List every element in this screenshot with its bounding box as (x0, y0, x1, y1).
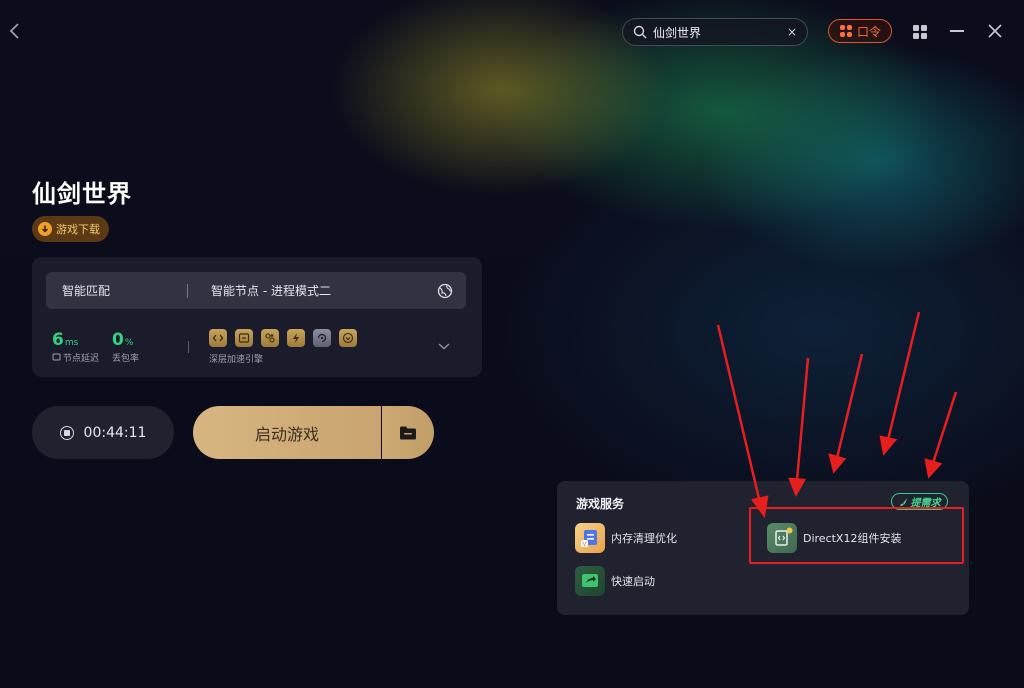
code-button[interactable]: 口令 (828, 19, 892, 43)
window-engine-icon[interactable] (235, 329, 253, 347)
lightning-engine-icon[interactable] (287, 329, 305, 347)
quick-start-icon (575, 566, 605, 596)
loss-value: 0 (112, 330, 124, 350)
latency-label: 节点延迟 (63, 354, 100, 364)
game-title: 仙剑世界 (32, 180, 132, 208)
search-icon (633, 25, 647, 39)
node-mode-label[interactable]: 智能节点 - 进程模式二 (211, 282, 437, 299)
code-engine-icon[interactable] (209, 329, 227, 347)
back-arrow-icon[interactable] (6, 20, 24, 42)
service-label: 快速启动 (611, 575, 655, 588)
download-engine-icon[interactable] (339, 329, 357, 347)
sync-engine-icon[interactable] (313, 329, 331, 347)
memory-clean-icon: V (575, 523, 605, 553)
highlight-box (749, 507, 964, 564)
stop-icon[interactable] (59, 425, 74, 440)
globe-icon[interactable] (437, 283, 453, 299)
engine-label: 深层加速引擎 (209, 355, 264, 365)
chevron-down-icon[interactable] (437, 341, 451, 351)
acceleration-panel: 智能匹配 智能节点 - 进程模式二 6ms 节点延迟 0% 丢包率 深层加速引擎 (32, 257, 482, 377)
network-engine-icon[interactable] (261, 329, 279, 347)
packet-loss-stat: 0% 丢包率 (112, 330, 139, 364)
smart-match-label[interactable]: 智能匹配 (62, 282, 187, 299)
engine-icons (209, 329, 357, 347)
latency-stat: 6ms 节点延迟 (52, 330, 99, 364)
game-download-badge[interactable]: 游戏下载 (32, 216, 109, 242)
divider (187, 283, 188, 298)
download-icon (38, 222, 52, 236)
latency-value: 6 (52, 330, 64, 350)
session-timer[interactable]: 00:44:11 (32, 406, 174, 459)
service-label: 内存清理优化 (611, 532, 677, 545)
download-label: 游戏下载 (56, 223, 100, 236)
node-mode-row[interactable]: 智能匹配 智能节点 - 进程模式二 (46, 272, 466, 309)
apps-grid-icon[interactable] (912, 24, 928, 40)
loss-label: 丢包率 (112, 354, 140, 364)
service-quick-start[interactable]: 快速启动 (575, 566, 655, 596)
folder-icon (400, 426, 416, 439)
divider (188, 341, 189, 353)
code-label: 口令 (856, 24, 881, 39)
clear-search-icon[interactable]: × (787, 25, 797, 39)
search-input[interactable]: 仙剑世界 (653, 24, 787, 41)
loss-unit: % (124, 338, 134, 348)
folder-button[interactable] (382, 406, 434, 459)
command-icon (839, 25, 852, 37)
search-box[interactable]: 仙剑世界 × (622, 18, 808, 46)
timer-value: 00:44:11 (83, 424, 147, 441)
tag-icon (52, 353, 61, 361)
latency-unit: ms (64, 338, 79, 348)
minimize-icon[interactable] (950, 30, 964, 32)
brush-icon (899, 497, 907, 506)
launch-game-button[interactable]: 启动游戏 (193, 406, 381, 459)
services-title: 游戏服务 (576, 497, 625, 511)
close-icon[interactable] (986, 22, 1004, 40)
service-memory-clean[interactable]: V 内存清理优化 (575, 523, 677, 553)
